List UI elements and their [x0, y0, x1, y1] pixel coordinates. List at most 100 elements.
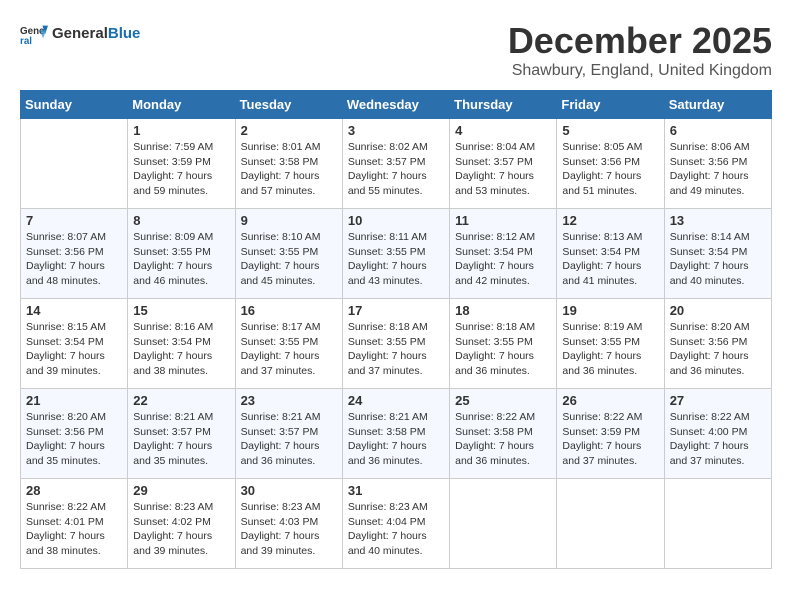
day-number: 27 [670, 393, 766, 408]
calendar-cell: 4Sunrise: 8:04 AMSunset: 3:57 PMDaylight… [450, 119, 557, 209]
logo-general: General [52, 25, 108, 42]
calendar-cell: 16Sunrise: 8:17 AMSunset: 3:55 PMDayligh… [235, 299, 342, 389]
day-info: Sunrise: 8:15 AMSunset: 3:54 PMDaylight:… [26, 320, 122, 379]
day-info: Sunrise: 8:19 AMSunset: 3:55 PMDaylight:… [562, 320, 658, 379]
logo-blue: Blue [108, 25, 141, 42]
calendar-cell: 22 Sunrise: 8:21 AMSunset: 3:57 PMDayligh… [128, 389, 235, 479]
day-number: 26 [562, 393, 658, 408]
day-info: Sunrise: 8:21 AMSunset: 3:58 PMDaylight:… [348, 410, 444, 469]
day-number: 24 [348, 393, 444, 408]
day-info: Sunrise: 8:18 AMSunset: 3:55 PMDaylight:… [348, 320, 444, 379]
calendar-cell: 31 Sunrise: 8:23 AMSunset: 4:04 PMDayligh… [342, 479, 449, 569]
calendar-cell: 14 Sunrise: 8:15 AMSunset: 3:54 PMDayligh… [21, 299, 128, 389]
day-info: Sunrise: 8:06 AMSunset: 3:56 PMDaylight:… [670, 140, 766, 199]
logo-icon: Gene ral [20, 20, 48, 48]
day-number: 29 [133, 483, 229, 498]
day-number: 19 [562, 303, 658, 318]
title-block: December 2025 Shawbury, England, United … [508, 20, 772, 80]
day-info: Sunrise: 8:22 AMSunset: 3:58 PMDaylight:… [455, 410, 551, 469]
calendar-cell: 15Sunrise: 8:16 AMSunset: 3:54 PMDayligh… [128, 299, 235, 389]
day-info: Sunrise: 8:09 AMSunset: 3:55 PMDaylight:… [133, 230, 229, 289]
calendar-cell: 13 Sunrise: 8:14 AMSunset: 3:54 PMDayligh… [664, 209, 771, 299]
day-info: Sunrise: 8:23 AMSunset: 4:03 PMDaylight:… [241, 500, 337, 559]
day-number: 30 [241, 483, 337, 498]
day-info: Sunrise: 8:13 AMSunset: 3:54 PMDaylight:… [562, 230, 658, 289]
weekday-header: Saturday [664, 91, 771, 119]
day-number: 6 [670, 123, 766, 138]
calendar-cell: 28 Sunrise: 8:22 AMSunset: 4:01 PMDayligh… [21, 479, 128, 569]
day-info: Sunrise: 8:22 AMSunset: 4:01 PMDaylight:… [26, 500, 122, 559]
calendar-week-row: 7Sunrise: 8:07 AMSunset: 3:56 PMDaylight… [21, 209, 772, 299]
day-info: Sunrise: 8:14 AMSunset: 3:54 PMDaylight:… [670, 230, 766, 289]
calendar-cell: 19 Sunrise: 8:19 AMSunset: 3:55 PMDayligh… [557, 299, 664, 389]
day-number: 14 [26, 303, 122, 318]
day-number: 13 [670, 213, 766, 228]
day-info: Sunrise: 8:17 AMSunset: 3:55 PMDaylight:… [241, 320, 337, 379]
weekday-header: Monday [128, 91, 235, 119]
weekday-header: Tuesday [235, 91, 342, 119]
day-number: 11 [455, 213, 551, 228]
calendar-cell [450, 479, 557, 569]
calendar-week-row: 21Sunrise: 8:20 AMSunset: 3:56 PMDayligh… [21, 389, 772, 479]
day-info: Sunrise: 8:04 AMSunset: 3:57 PMDaylight:… [455, 140, 551, 199]
day-info: Sunrise: 8:02 AMSunset: 3:57 PMDaylight:… [348, 140, 444, 199]
calendar-cell: 7Sunrise: 8:07 AMSunset: 3:56 PMDaylight… [21, 209, 128, 299]
svg-text:ral: ral [20, 36, 32, 47]
day-number: 20 [670, 303, 766, 318]
calendar-cell: 5 Sunrise: 8:05 AMSunset: 3:56 PMDaylight… [557, 119, 664, 209]
calendar-cell: 18 Sunrise: 8:18 AMSunset: 3:55 PMDayligh… [450, 299, 557, 389]
calendar-cell: 2 Sunrise: 8:01 AMSunset: 3:58 PMDaylight… [235, 119, 342, 209]
calendar-cell: 1 Sunrise: 7:59 AMSunset: 3:59 PMDaylight… [128, 119, 235, 209]
day-number: 18 [455, 303, 551, 318]
calendar-week-row: 28 Sunrise: 8:22 AMSunset: 4:01 PMDayligh… [21, 479, 772, 569]
calendar-cell: 17 Sunrise: 8:18 AMSunset: 3:55 PMDayligh… [342, 299, 449, 389]
weekday-header: Friday [557, 91, 664, 119]
day-number: 1 [133, 123, 229, 138]
calendar-cell: 23 Sunrise: 8:21 AMSunset: 3:57 PMDayligh… [235, 389, 342, 479]
calendar-cell: 30 Sunrise: 8:23 AMSunset: 4:03 PMDayligh… [235, 479, 342, 569]
calendar-cell: 10Sunrise: 8:11 AMSunset: 3:55 PMDayligh… [342, 209, 449, 299]
day-number: 17 [348, 303, 444, 318]
calendar-cell: 12 Sunrise: 8:13 AMSunset: 3:54 PMDayligh… [557, 209, 664, 299]
calendar-cell: 9Sunrise: 8:10 AMSunset: 3:55 PMDaylight… [235, 209, 342, 299]
day-number: 5 [562, 123, 658, 138]
calendar-cell: 20Sunrise: 8:20 AMSunset: 3:56 PMDayligh… [664, 299, 771, 389]
calendar-cell: 6 Sunrise: 8:06 AMSunset: 3:56 PMDaylight… [664, 119, 771, 209]
calendar-cell: 25 Sunrise: 8:22 AMSunset: 3:58 PMDayligh… [450, 389, 557, 479]
day-number: 28 [26, 483, 122, 498]
day-info: Sunrise: 8:23 AMSunset: 4:04 PMDaylight:… [348, 500, 444, 559]
day-info: Sunrise: 8:22 AMSunset: 3:59 PMDaylight:… [562, 410, 658, 469]
day-number: 25 [455, 393, 551, 408]
calendar-cell: 24 Sunrise: 8:21 AMSunset: 3:58 PMDayligh… [342, 389, 449, 479]
day-info: Sunrise: 8:11 AMSunset: 3:55 PMDaylight:… [348, 230, 444, 289]
calendar-table: SundayMondayTuesdayWednesdayThursdayFrid… [20, 90, 772, 569]
calendar-cell: 21Sunrise: 8:20 AMSunset: 3:56 PMDayligh… [21, 389, 128, 479]
day-info: Sunrise: 7:59 AMSunset: 3:59 PMDaylight:… [133, 140, 229, 199]
calendar-week-row: 14 Sunrise: 8:15 AMSunset: 3:54 PMDayligh… [21, 299, 772, 389]
weekday-header-row: SundayMondayTuesdayWednesdayThursdayFrid… [21, 91, 772, 119]
day-number: 12 [562, 213, 658, 228]
calendar-cell [557, 479, 664, 569]
day-number: 8 [133, 213, 229, 228]
day-info: Sunrise: 8:22 AMSunset: 4:00 PMDaylight:… [670, 410, 766, 469]
calendar-cell: 27 Sunrise: 8:22 AMSunset: 4:00 PMDayligh… [664, 389, 771, 479]
weekday-header: Sunday [21, 91, 128, 119]
day-number: 2 [241, 123, 337, 138]
day-info: Sunrise: 8:20 AMSunset: 3:56 PMDaylight:… [26, 410, 122, 469]
day-info: Sunrise: 8:01 AMSunset: 3:58 PMDaylight:… [241, 140, 337, 199]
day-number: 31 [348, 483, 444, 498]
weekday-header: Thursday [450, 91, 557, 119]
day-number: 23 [241, 393, 337, 408]
location-title: Shawbury, England, United Kingdom [508, 62, 772, 80]
day-info: Sunrise: 8:21 AMSunset: 3:57 PMDaylight:… [133, 410, 229, 469]
month-title: December 2025 [508, 20, 772, 62]
calendar-cell [664, 479, 771, 569]
calendar-cell: 29Sunrise: 8:23 AMSunset: 4:02 PMDayligh… [128, 479, 235, 569]
day-number: 9 [241, 213, 337, 228]
day-info: Sunrise: 8:05 AMSunset: 3:56 PMDaylight:… [562, 140, 658, 199]
day-number: 15 [133, 303, 229, 318]
day-info: Sunrise: 8:18 AMSunset: 3:55 PMDaylight:… [455, 320, 551, 379]
calendar-cell: 8 Sunrise: 8:09 AMSunset: 3:55 PMDaylight… [128, 209, 235, 299]
day-info: Sunrise: 8:21 AMSunset: 3:57 PMDaylight:… [241, 410, 337, 469]
day-number: 22 [133, 393, 229, 408]
